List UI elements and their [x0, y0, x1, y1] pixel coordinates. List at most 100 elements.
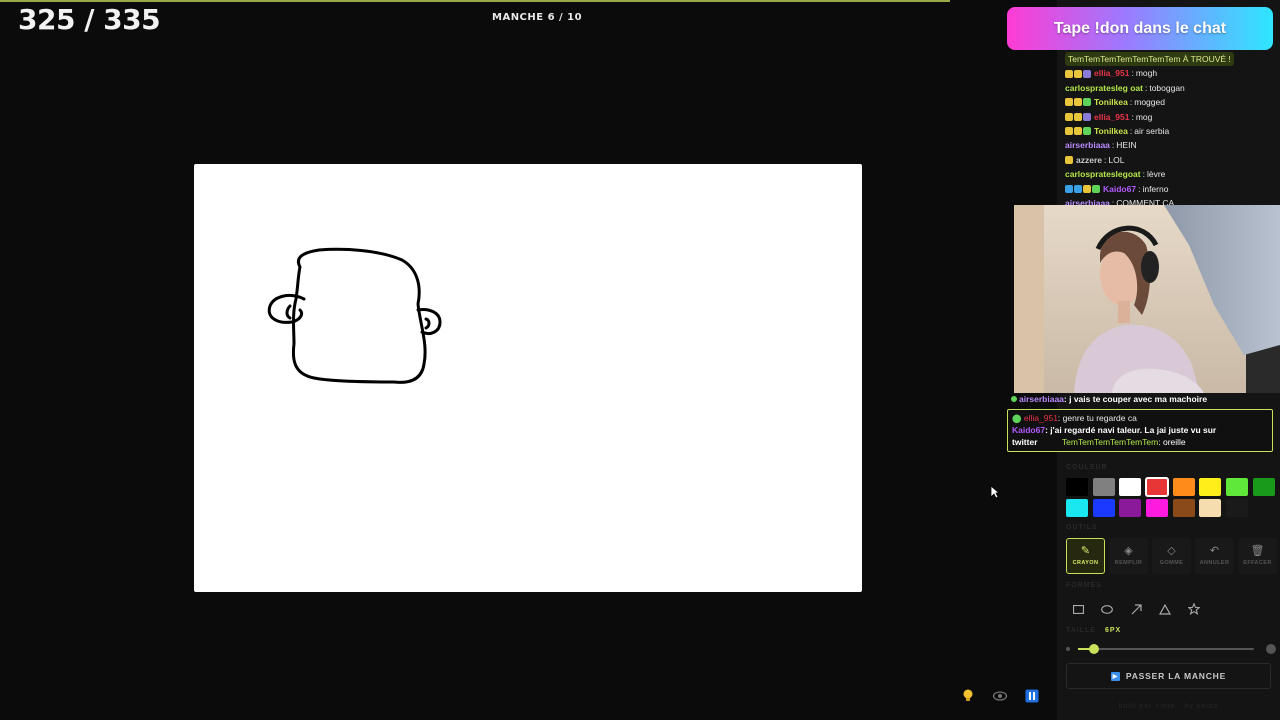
trash-icon: 🗑: [1250, 545, 1265, 557]
color-swatch[interactable]: [1066, 499, 1088, 517]
tool-label: EFFACER: [1243, 560, 1272, 566]
chat-badges: [1065, 127, 1091, 136]
size-row: TAILLE 6PX: [1066, 627, 1121, 634]
chat-text: LOL: [1108, 154, 1125, 165]
badge-icon: [1065, 69, 1073, 78]
chat-username[interactable]: ellia_951: [1094, 66, 1129, 80]
badge-icon: [1083, 184, 1091, 193]
color-swatch[interactable]: [1172, 499, 1195, 517]
chat-text: mogged: [1134, 97, 1165, 108]
tool-annuler-button[interactable]: ↶ ANNULER: [1195, 538, 1234, 574]
skip-label: PASSER LA MANCHE: [1125, 671, 1227, 681]
chat-message: airserbiaaa: COMMENT ÇA: [1065, 196, 1275, 205]
chat-username[interactable]: carlospratesleg oat: [1065, 81, 1143, 95]
badge-icon: [1074, 112, 1082, 121]
skip-icon: ▶: [1110, 671, 1120, 681]
panel-toggle-icon[interactable]: [1022, 687, 1042, 705]
badge-icon: [1083, 98, 1091, 107]
brush-size-slider[interactable]: [1066, 642, 1276, 656]
tool-bar: ✎ CRAYON ◈ REMPLIR ◇ GOMME ↶ ANNULER 🗑 EFFACER: [1066, 538, 1277, 574]
rectangle-icon[interactable]: [1068, 599, 1088, 619]
color-swatch[interactable]: [1199, 499, 1222, 517]
skip-round-button[interactable]: ▶ PASSER LA MANCHE: [1066, 663, 1271, 689]
chat-username[interactable]: ellia_951: [1094, 110, 1129, 124]
size-value: 6PX: [1104, 627, 1122, 634]
badge-icon: [1074, 127, 1082, 136]
chat-badges: [1065, 98, 1091, 107]
color-swatch[interactable]: [1119, 499, 1142, 517]
color-swatch[interactable]: [1199, 478, 1222, 496]
chat-text: HEIN: [1116, 140, 1137, 151]
chat-message: Tonilkea: air serbia: [1065, 124, 1275, 138]
chat-text: COMMENT ÇA: [1116, 197, 1175, 205]
chat-text: lèvre: [1146, 169, 1166, 180]
chat-log: TemTemTemTemTemTemTem À TROUVÉ ! ellia_9…: [1065, 52, 1275, 205]
chat-text: mog: [1135, 111, 1153, 122]
chat-username[interactable]: airserbiaaa: [1065, 138, 1110, 152]
color-swatch[interactable]: [1066, 478, 1088, 496]
drawing-canvas[interactable]: [194, 164, 862, 592]
chat-username[interactable]: Kaido67: [1103, 182, 1136, 196]
shapes-label: FORMES: [1066, 582, 1102, 589]
badge-icon: [1065, 112, 1073, 121]
webcam-image: [1014, 205, 1280, 393]
tool-remplir-button[interactable]: ◈ REMPLIR: [1109, 538, 1148, 574]
chat-message: carlospratesleg oat: toboggan: [1065, 81, 1275, 95]
triangle-icon[interactable]: [1155, 599, 1175, 619]
shape-bar: [1068, 599, 1204, 619]
round-indicator: MANCHE 6 / 10: [492, 12, 583, 23]
chat-username[interactable]: azzere: [1076, 153, 1102, 167]
tool-effacer-button[interactable]: 🗑 EFFACER: [1238, 538, 1277, 574]
chat-username[interactable]: Tonilkea: [1094, 124, 1128, 138]
ellipse-icon[interactable]: [1097, 599, 1117, 619]
badge-icon: [1092, 184, 1100, 193]
chat-text: inferno: [1142, 183, 1169, 194]
badge-icon: [1065, 127, 1073, 136]
chat-message: Kaido67: inferno: [1065, 182, 1275, 196]
tools-label: OUTILS: [1066, 524, 1098, 531]
slider-max-dot: [1266, 644, 1276, 654]
chat-badges: [1065, 184, 1100, 193]
chat-text: mogh: [1135, 68, 1158, 79]
star-icon[interactable]: [1184, 599, 1204, 619]
arrow-icon[interactable]: [1126, 599, 1146, 619]
more-colors-swatch[interactable]: [1226, 499, 1249, 517]
color-swatch[interactable]: [1226, 478, 1249, 496]
color-swatch[interactable]: [1119, 478, 1142, 496]
badge-icon: [1074, 98, 1082, 107]
chat-message: airserbiaaa: HEIN: [1065, 138, 1275, 152]
tool-label: ANNULER: [1199, 560, 1230, 566]
bottom-controls: [958, 687, 1042, 705]
drawing-strokes: [267, 247, 442, 384]
color-swatch[interactable]: [1145, 477, 1170, 497]
chat-text: toboggan: [1149, 82, 1185, 93]
lightbulb-icon[interactable]: [958, 687, 978, 705]
eye-icon[interactable]: [990, 687, 1010, 705]
color-swatch[interactable]: [1252, 478, 1275, 496]
tool-gomme-button[interactable]: ◇ GOMME: [1152, 538, 1191, 574]
game-screen: 325 / 335 MANCHE 6 / 10 Tape !don dans l…: [0, 0, 1280, 720]
badge-icon: [1083, 69, 1091, 78]
chat-text: air serbia: [1134, 125, 1170, 136]
colors-label: COULEUR: [1066, 464, 1108, 471]
color-swatch[interactable]: [1146, 499, 1169, 517]
color-palette: [1066, 477, 1277, 517]
chat-badges: [1065, 155, 1073, 164]
slider-thumb[interactable]: [1088, 644, 1099, 654]
color-swatch[interactable]: [1092, 499, 1115, 517]
color-swatch[interactable]: [1092, 478, 1115, 496]
chat-username[interactable]: airserbiaaa: [1065, 196, 1110, 205]
badge-icon: [1083, 112, 1091, 121]
color-swatch[interactable]: [1172, 478, 1195, 496]
chat-username[interactable]: carlosprateslegoat: [1065, 167, 1141, 181]
chat-username[interactable]: Tonilkea: [1094, 95, 1128, 109]
badge-icon: [1074, 69, 1082, 78]
chat-message: ellia_951: mog: [1065, 110, 1275, 124]
tool-crayon-button[interactable]: ✎ CRAYON: [1066, 538, 1105, 574]
badge-icon: [1065, 98, 1073, 107]
badge-icon: [1065, 155, 1073, 164]
badge-icon: [1065, 184, 1073, 193]
slider-min-dot: [1066, 647, 1070, 651]
chat-badges: [1065, 112, 1091, 121]
overlay-top-line: airserbiaaa: j vais te couper avec ma ma…: [1011, 394, 1207, 404]
